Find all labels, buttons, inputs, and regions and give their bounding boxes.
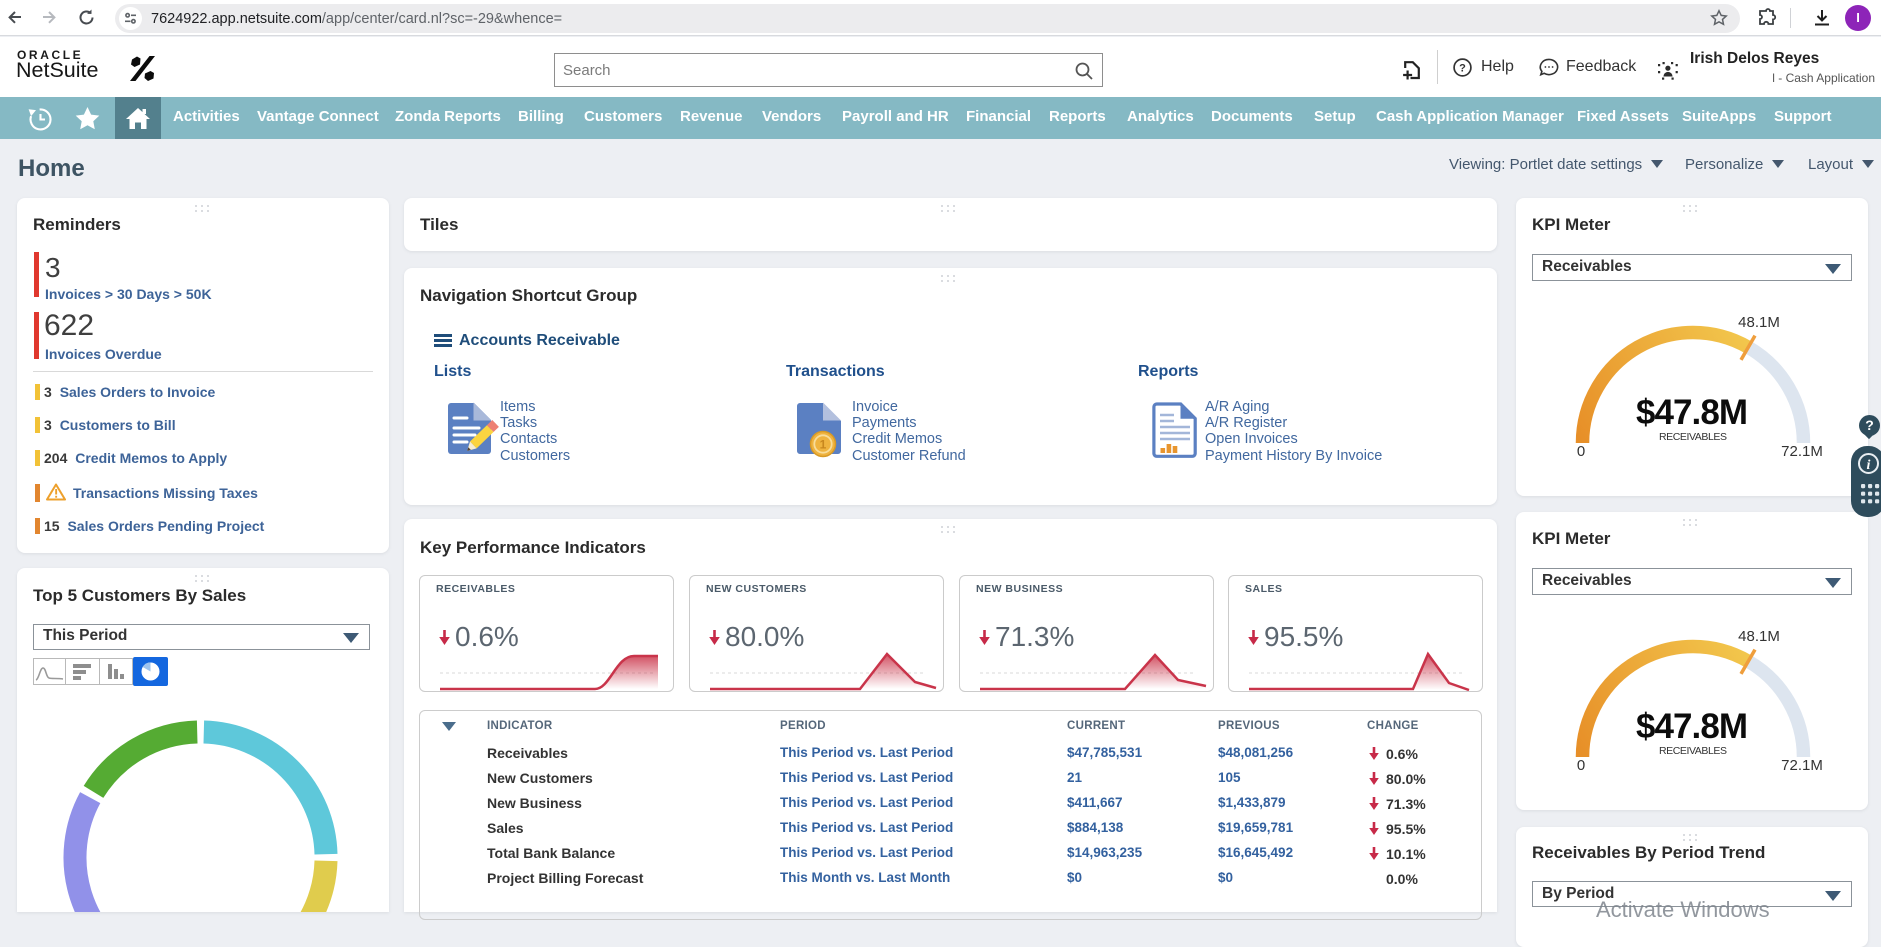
svg-text:1: 1 [820,438,827,452]
svg-text:0: 0 [1577,757,1585,774]
svg-text:$47.8M: $47.8M [1636,707,1748,746]
svg-text:72.1M: 72.1M [1781,757,1823,774]
svg-text:?: ? [1459,63,1466,75]
svg-text:$47.8M: $47.8M [1636,393,1748,432]
svg-text:72.1M: 72.1M [1781,443,1823,460]
svg-text:RECEIVABLES: RECEIVABLES [1659,431,1727,443]
svg-text:48.1M: 48.1M [1738,628,1780,645]
svg-text:0: 0 [1577,443,1585,460]
svg-text:48.1M: 48.1M [1738,314,1780,331]
svg-text:RECEIVABLES: RECEIVABLES [1659,745,1727,757]
